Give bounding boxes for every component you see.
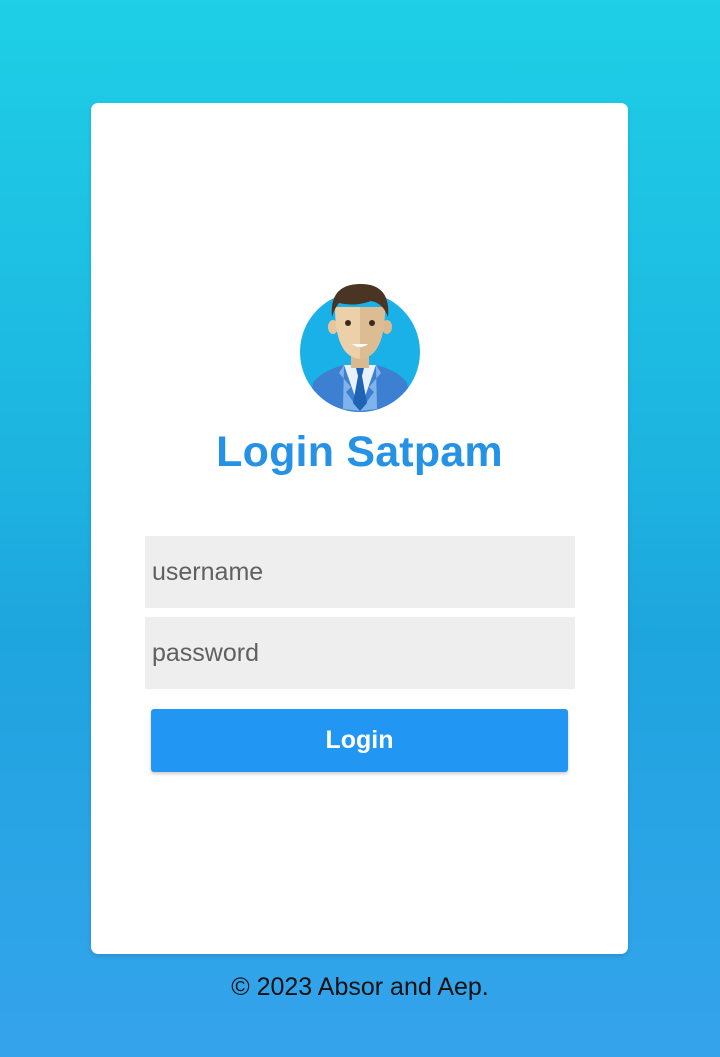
businessman-avatar-icon — [300, 283, 420, 412]
copyright-footer: © 2023 Absor and Aep. — [231, 973, 489, 1001]
page-title: Login Satpam — [216, 428, 503, 476]
password-input[interactable] — [145, 617, 575, 689]
login-button[interactable]: Login — [151, 709, 568, 772]
login-card: Login Satpam Login — [91, 103, 628, 954]
username-input[interactable] — [145, 536, 575, 608]
